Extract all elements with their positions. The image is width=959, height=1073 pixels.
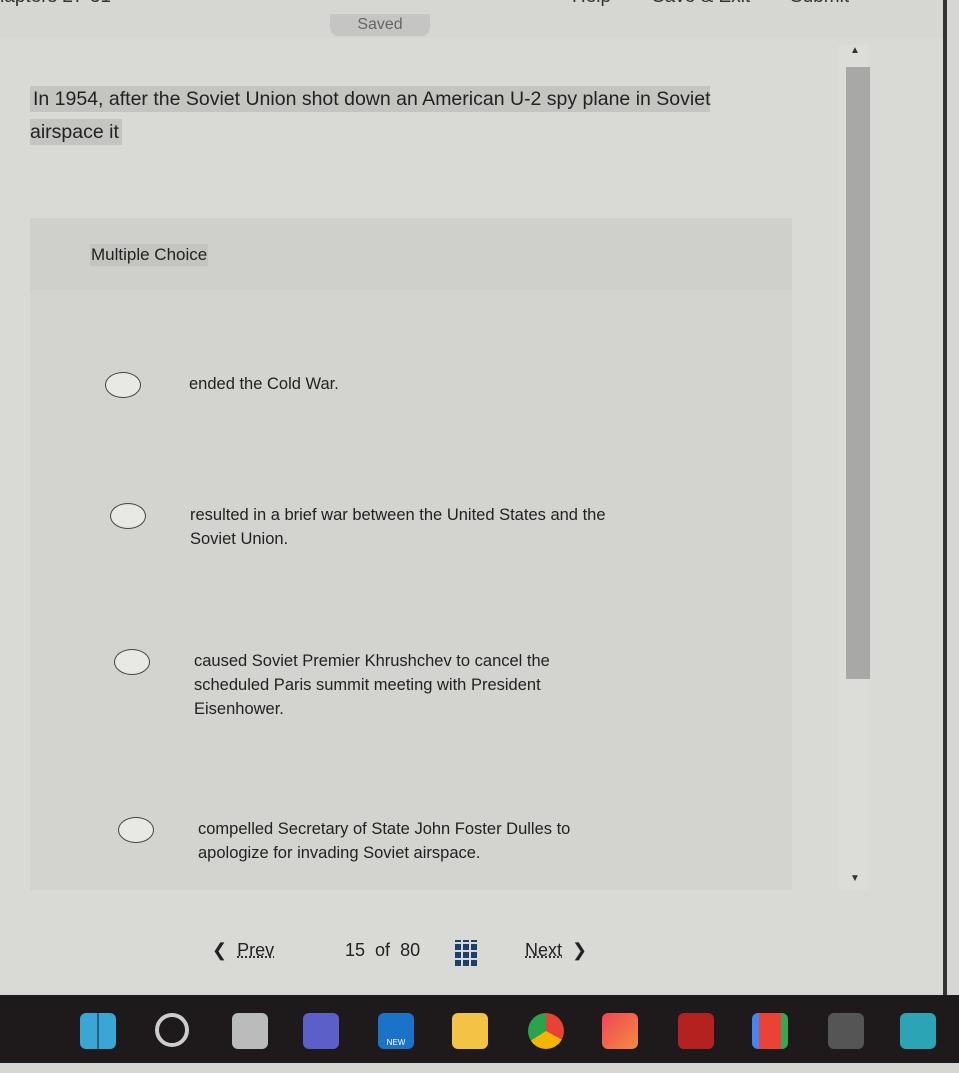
search-icon[interactable] (155, 1013, 189, 1047)
creative-cloud-icon[interactable] (602, 1013, 638, 1049)
chrome-icon[interactable] (528, 1013, 564, 1049)
teams-icon[interactable] (303, 1013, 339, 1049)
question-type-header: Multiple Choice (30, 218, 792, 290)
radio-button[interactable] (114, 649, 150, 675)
choice-2[interactable]: resulted in a brief war between the Unit… (110, 503, 610, 551)
radio-button[interactable] (105, 372, 141, 398)
scrollbar[interactable]: ▲ ▼ (838, 45, 870, 890)
choice-4[interactable]: compelled Secretary of State John Foster… (118, 817, 618, 865)
choice-1[interactable]: ended the Cold War. (105, 372, 609, 398)
chevron-right-icon: ❯ (572, 940, 588, 960)
file-explorer-icon[interactable] (452, 1013, 488, 1049)
acrobat-icon[interactable] (678, 1013, 714, 1049)
outlook-icon[interactable]: NEW (378, 1013, 414, 1049)
gmail-icon[interactable] (752, 1013, 788, 1049)
saved-status: Saved (330, 14, 430, 36)
windows-start-icon[interactable] (80, 1013, 116, 1049)
question-type: Multiple Choice (90, 244, 209, 266)
choice-3[interactable]: caused Soviet Premier Khrushchev to canc… (114, 649, 614, 721)
question-grid-icon[interactable] (455, 940, 477, 966)
radio-button[interactable] (118, 817, 154, 843)
submit-link[interactable]: Submit (790, 0, 849, 8)
window-edge (943, 0, 947, 995)
help-link[interactable]: Help (572, 0, 611, 8)
save-exit-link[interactable]: Save & Exit (652, 0, 750, 8)
radio-button[interactable] (110, 503, 146, 529)
chevron-left-icon: ❮ (212, 940, 228, 960)
assignment-title: Chapters 27-31 (0, 0, 111, 8)
page-indicator: 15 of 80 (345, 940, 421, 960)
header: Chapters 27-31 i Help Save & Exit Submit (0, 0, 959, 12)
prev-button[interactable]: ❮ Prev (212, 940, 274, 961)
taskbar: NEW (0, 995, 959, 1063)
scrollbar-thumb[interactable] (846, 67, 870, 679)
scroll-up-icon[interactable]: ▲ (850, 45, 860, 56)
touch-keyboard-icon[interactable] (900, 1013, 936, 1049)
question-text: In 1954, after the Soviet Union shot dow… (30, 86, 711, 145)
next-button[interactable]: Next ❯ (525, 940, 587, 961)
scroll-down-icon[interactable]: ▼ (850, 873, 860, 884)
calculator-icon[interactable] (828, 1013, 864, 1049)
task-view-icon[interactable] (232, 1013, 268, 1049)
